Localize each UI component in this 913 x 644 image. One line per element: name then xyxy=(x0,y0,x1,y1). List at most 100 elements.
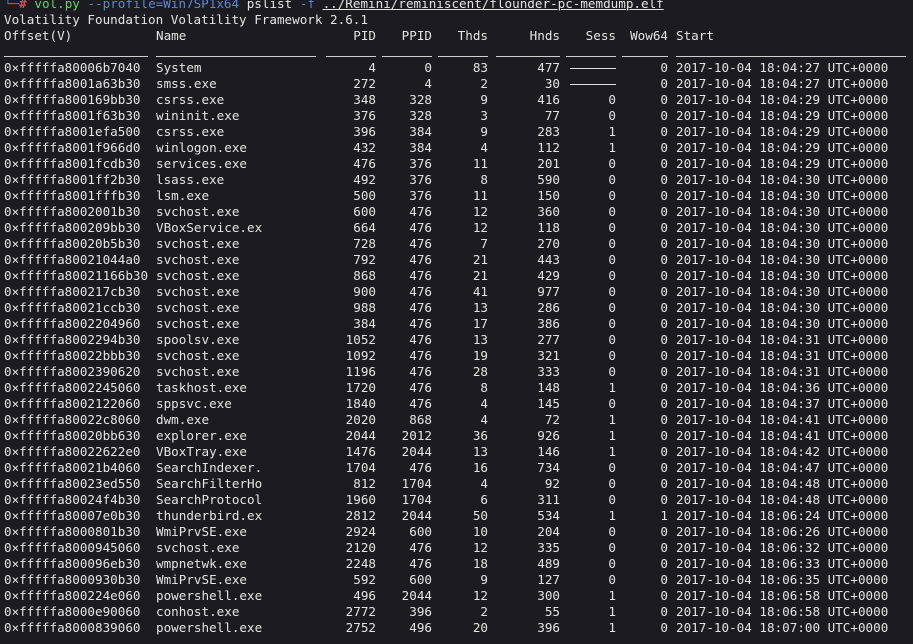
cell-name: VBoxService.ex xyxy=(156,220,263,235)
cell-wow64: 0 xyxy=(660,412,668,427)
cell-name: conhost.exe xyxy=(156,604,240,619)
memdump-file-path: ../Remini/reminiscent/flounder-pc-memdum… xyxy=(322,0,664,11)
cell-hnds: 489 xyxy=(537,556,560,571)
cell-ppid: 328 xyxy=(409,92,432,107)
cell-sess: 1 xyxy=(608,428,616,443)
cell-name: thunderbird.ex xyxy=(156,508,263,523)
empty-session-dash xyxy=(570,68,616,69)
cell-name: sppsvc.exe xyxy=(156,396,232,411)
cell-start: 2017-10-04 18:04:29 UTC+0000 xyxy=(676,124,889,139)
process-row: 0×fffffa8001f63b30 wininit.exe 376 328 3 77 0 0… xyxy=(4,108,913,124)
empty-session-dash xyxy=(570,84,616,85)
cell-hnds: 201 xyxy=(537,156,560,171)
cell-ppid: 476 xyxy=(409,236,432,251)
cell-wow64: 0 xyxy=(660,332,668,347)
cell-hnds: 204 xyxy=(537,524,560,539)
cell-offset: 0×fffffa8001f63b30 xyxy=(4,108,141,123)
cell-offset: 0×fffffa80006b7040 xyxy=(4,60,141,75)
cell-start: 2017-10-04 18:04:30 UTC+0000 xyxy=(676,252,889,267)
cell-hnds: 734 xyxy=(537,460,560,475)
process-row: 0×fffffa8002204960 svchost.exe 384 476 17 386… xyxy=(4,316,913,332)
cell-pid: 1052 xyxy=(345,332,376,347)
cell-ppid: 2012 xyxy=(401,428,432,443)
cell-hnds: 321 xyxy=(537,348,560,363)
cell-pid: 868 xyxy=(353,268,376,283)
cell-start: 2017-10-04 18:04:30 UTC+0000 xyxy=(676,284,889,299)
cell-wow64: 0 xyxy=(660,204,668,219)
cell-pid: 900 xyxy=(353,284,376,299)
cell-wow64: 0 xyxy=(660,460,668,475)
cell-name: powershell.exe xyxy=(156,588,263,603)
cell-start: 2017-10-04 18:04:42 UTC+0000 xyxy=(676,444,889,459)
cell-offset: 0×fffffa8001efa500 xyxy=(4,124,141,139)
cell-sess: 1 xyxy=(608,124,616,139)
cell-thds: 12 xyxy=(472,220,488,235)
cell-start: 2017-10-04 18:04:37 UTC+0000 xyxy=(676,396,889,411)
process-list: 0×fffffa80006b7040 System 4 0 83 477 0 2017-10-… xyxy=(4,60,913,636)
process-row: 0×fffffa8002294b30 spoolsv.exe 1052 476 13 27… xyxy=(4,332,913,348)
cell-pid: 1840 xyxy=(345,396,376,411)
terminal-window[interactable]: └─# vol.py --profile=Win7SP1x64 pslist -… xyxy=(4,0,913,644)
process-row: 0×fffffa800096eb30 wmpnetwk.exe 2248 476 18 4… xyxy=(4,556,913,572)
cell-pid: 1960 xyxy=(345,492,376,507)
cell-name: taskhost.exe xyxy=(156,380,247,395)
cell-wow64: 0 xyxy=(660,540,668,555)
cell-offset: 0×fffffa80022bbb30 xyxy=(4,348,141,363)
cell-name: SearchFilterHo xyxy=(156,476,263,491)
cell-offset: 0×fffffa8001fffb30 xyxy=(4,188,141,203)
volatility-banner: Volatility Foundation Volatility Framewo… xyxy=(4,12,368,27)
cell-pid: 1720 xyxy=(345,380,376,395)
cell-name: svchost.exe xyxy=(156,252,240,267)
cell-ppid: 600 xyxy=(409,524,432,539)
cell-start: 2017-10-04 18:04:31 UTC+0000 xyxy=(676,332,889,347)
underline-hnds xyxy=(496,56,560,57)
cell-start: 2017-10-04 18:06:58 UTC+0000 xyxy=(676,604,889,619)
cell-thds: 13 xyxy=(472,332,488,347)
cell-start: 2017-10-04 18:06:24 UTC+0000 xyxy=(676,508,889,523)
cell-sess: 0 xyxy=(608,300,616,315)
cell-start: 2017-10-04 18:06:26 UTC+0000 xyxy=(676,524,889,539)
cell-name: svchost.exe xyxy=(156,316,240,331)
cell-ppid: 476 xyxy=(409,332,432,347)
process-row: 0×fffffa800169bb30 csrss.exe 348 328 9 416 0 0 2… xyxy=(4,92,913,108)
command-name: vol.py xyxy=(34,0,80,11)
cell-wow64: 0 xyxy=(660,156,668,171)
cell-hnds: 429 xyxy=(537,268,560,283)
cell-pid: 2752 xyxy=(345,620,376,635)
cell-thds: 16 xyxy=(472,460,488,475)
cell-thds: 28 xyxy=(472,364,488,379)
process-row: 0×fffffa800224e060 powershell.exe 496 2044 1… xyxy=(4,588,913,604)
cell-sess: 1 xyxy=(608,604,616,619)
cell-pid: 492 xyxy=(353,172,376,187)
cell-sess: 0 xyxy=(608,220,616,235)
cell-wow64: 0 xyxy=(660,268,668,283)
cell-hnds: 30 xyxy=(544,76,560,91)
cell-ppid: 476 xyxy=(409,252,432,267)
cell-pid: 2772 xyxy=(345,604,376,619)
cell-hnds: 977 xyxy=(537,284,560,299)
prompt-corner: └─ xyxy=(4,0,20,11)
cell-hnds: 333 xyxy=(537,364,560,379)
cell-thds: 36 xyxy=(472,428,488,443)
cell-ppid: 476 xyxy=(409,556,432,571)
process-row: 0×fffffa80007e0b30 thunderbird.ex 2812 2044… xyxy=(4,508,913,524)
cell-ppid: 2044 xyxy=(401,508,432,523)
cell-sess: 0 xyxy=(608,108,616,123)
cell-thds: 21 xyxy=(472,252,488,267)
cell-pid: 1196 xyxy=(345,364,376,379)
cell-offset: 0×fffffa8000945060 xyxy=(4,540,141,555)
cell-ppid: 376 xyxy=(409,188,432,203)
profile-option: --profile=Win7SP1x64 xyxy=(87,0,240,11)
cell-thds: 12 xyxy=(472,540,488,555)
table-header-row: Offset(V) Name PID PPID Thds Hnds Sess W… xyxy=(4,28,913,44)
cell-name: SearchIndexer. xyxy=(156,460,263,475)
cell-wow64: 0 xyxy=(660,252,668,267)
cell-start: 2017-10-04 18:04:27 UTC+0000 xyxy=(676,60,889,75)
cell-name: explorer.exe xyxy=(156,428,247,443)
cell-hnds: 386 xyxy=(537,316,560,331)
underline-offset xyxy=(4,56,148,57)
cell-offset: 0×fffffa8000e90060 xyxy=(4,604,141,619)
cell-offset: 0×fffffa8000930b30 xyxy=(4,572,141,587)
cell-sess: 0 xyxy=(608,524,616,539)
process-row: 0×fffffa800209bb30 VBoxService.ex 664 476 12… xyxy=(4,220,913,236)
